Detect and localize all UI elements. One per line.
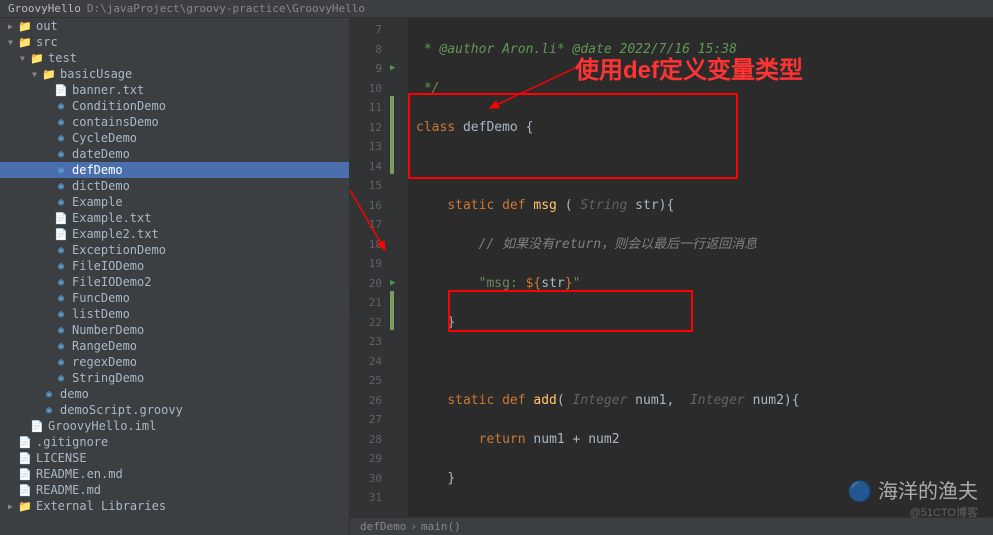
tree-readme-en[interactable]: README.en.md (0, 466, 349, 482)
groovy-icon (54, 259, 68, 273)
tree-file[interactable]: Example.txt (0, 210, 349, 226)
code-line: } (416, 313, 993, 333)
chevron-icon: › (410, 520, 417, 533)
code-line: // 如果没有return，则会以最后一行返回消息 (416, 235, 993, 255)
tree-file[interactable]: StringDemo (0, 370, 349, 386)
project-tree[interactable]: out src test basicUsage banner.txt Condi… (0, 18, 350, 535)
groovy-icon (54, 275, 68, 289)
project-path: D:\javaProject\groovy-practice\GroovyHel… (87, 2, 365, 15)
file-icon (18, 435, 32, 449)
groovy-icon (54, 243, 68, 257)
groovy-icon (54, 131, 68, 145)
groovy-icon (54, 99, 68, 113)
code-line: */ (416, 79, 993, 99)
tree-file[interactable]: listDemo (0, 306, 349, 322)
file-icon (18, 483, 32, 497)
groovy-icon (54, 339, 68, 353)
tree-file[interactable]: Example2.txt (0, 226, 349, 242)
tree-file[interactable]: dictDemo (0, 178, 349, 194)
code-line: static def msg ( String str){ (416, 196, 993, 216)
tree-file[interactable]: FileIODemo (0, 258, 349, 274)
run-gutter[interactable]: ▶▶ (390, 18, 408, 517)
folder-icon (30, 51, 44, 65)
groovy-icon (54, 355, 68, 369)
tree-file[interactable]: RangeDemo (0, 338, 349, 354)
tree-file-defdemo[interactable]: defDemo (0, 162, 349, 178)
breadcrumb-item[interactable]: defDemo (360, 520, 406, 533)
breadcrumb-item[interactable]: main() (421, 520, 461, 533)
tree-file[interactable]: Example (0, 194, 349, 210)
groovy-icon (54, 323, 68, 337)
tree-iml[interactable]: GroovyHello.iml (0, 418, 349, 434)
groovy-icon (54, 291, 68, 305)
library-icon (18, 499, 32, 513)
run-icon[interactable]: ▶ (390, 63, 395, 73)
tree-file[interactable]: FileIODemo2 (0, 274, 349, 290)
code-line: class defDemo { (416, 118, 993, 138)
tree-readme[interactable]: README.md (0, 482, 349, 498)
groovy-icon (54, 163, 68, 177)
groovy-icon (54, 179, 68, 193)
tree-gitignore[interactable]: .gitignore (0, 434, 349, 450)
tree-out[interactable]: out (0, 18, 349, 34)
file-icon (18, 467, 32, 481)
tree-file[interactable]: dateDemo (0, 146, 349, 162)
tree-file[interactable]: ExceptionDemo (0, 242, 349, 258)
file-icon (30, 419, 44, 433)
code-content[interactable]: * @author Aron.li* @date 2022/7/16 15:38… (408, 18, 993, 517)
groovy-icon (54, 307, 68, 321)
tree-demo[interactable]: demo (0, 386, 349, 402)
run-icon[interactable]: ▶ (390, 278, 395, 288)
code-line: "msg: ${str}" (416, 274, 993, 294)
code-line: static def add( Integer num1, Integer nu… (416, 391, 993, 411)
code-line: * @author Aron.li* @date 2022/7/16 15:38 (416, 40, 993, 60)
folder-icon (18, 19, 32, 33)
groovy-icon (54, 115, 68, 129)
file-icon (54, 83, 68, 97)
code-editor[interactable]: 7891011121314151617181920212223242526272… (350, 18, 993, 535)
tree-file[interactable]: FuncDemo (0, 290, 349, 306)
file-icon (54, 227, 68, 241)
code-line: return num1 + num2 (416, 430, 993, 450)
line-gutter: 7891011121314151617181920212223242526272… (350, 18, 390, 517)
tree-test[interactable]: test (0, 50, 349, 66)
tree-file[interactable]: containsDemo (0, 114, 349, 130)
file-icon (54, 211, 68, 225)
tree-file[interactable]: regexDemo (0, 354, 349, 370)
tree-file[interactable]: CycleDemo (0, 130, 349, 146)
project-name: GroovyHello (8, 2, 81, 15)
groovy-icon (54, 147, 68, 161)
groovy-icon (42, 403, 56, 417)
tree-external[interactable]: External Libraries (0, 498, 349, 514)
tree-demoscript[interactable]: demoScript.groovy (0, 402, 349, 418)
folder-icon (42, 67, 56, 81)
folder-icon (18, 35, 32, 49)
tree-file[interactable]: NumberDemo (0, 322, 349, 338)
groovy-icon (42, 387, 56, 401)
tree-basicusage[interactable]: basicUsage (0, 66, 349, 82)
file-icon (18, 451, 32, 465)
tree-license[interactable]: LICENSE (0, 450, 349, 466)
watermark: 🔵 海洋的渔夫 @51CTO博客 (848, 475, 978, 520)
tree-file[interactable]: banner.txt (0, 82, 349, 98)
tree-file[interactable]: ConditionDemo (0, 98, 349, 114)
groovy-icon (54, 371, 68, 385)
tree-src[interactable]: src (0, 34, 349, 50)
groovy-icon (54, 195, 68, 209)
title-bar: GroovyHello D:\javaProject\groovy-practi… (0, 0, 993, 18)
